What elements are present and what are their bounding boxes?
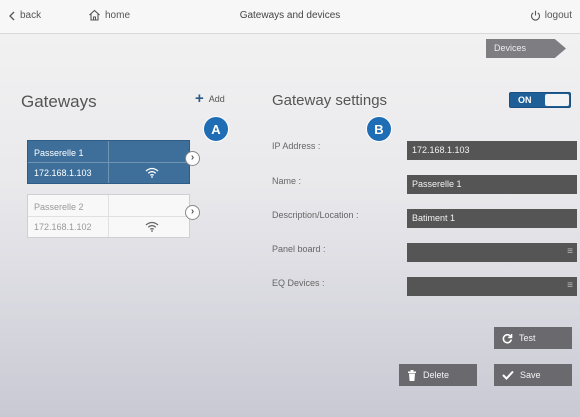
delete-label: Delete: [423, 370, 450, 380]
description-location-label: Description/Location :: [272, 210, 359, 220]
menu-icon: ≡: [567, 280, 573, 291]
gateway-ip: 172.168.1.103: [34, 168, 92, 178]
panel-board-select[interactable]: ≡: [407, 243, 577, 262]
wifi-icon: [145, 221, 159, 232]
devices-tab[interactable]: Devices: [486, 39, 566, 58]
panel-board-label: Panel board :: [272, 244, 326, 254]
card-divider: [108, 195, 109, 237]
top-bar: back home Gateways and devices logout: [0, 0, 580, 34]
test-label: Test: [519, 333, 536, 343]
logout-label: logout: [544, 10, 572, 21]
gateway-1-open-button[interactable]: ›: [185, 151, 200, 166]
add-gateway-button[interactable]: + Add: [195, 90, 225, 107]
plus-icon: +: [195, 90, 204, 107]
card-divider: [108, 141, 109, 183]
save-button[interactable]: Save: [494, 364, 572, 386]
gateway-name: Passerelle 2: [34, 202, 84, 212]
gateway-card-passerelle-1[interactable]: Passerelle 1 172.168.1.103: [27, 140, 190, 184]
logout-button[interactable]: logout: [530, 10, 572, 21]
annotation-marker-b: B: [366, 116, 392, 142]
name-label: Name :: [272, 176, 302, 186]
checkmark-icon: [502, 370, 514, 380]
ip-address-label: IP Address :: [272, 141, 321, 151]
gateway-settings-heading: Gateway settings: [272, 92, 388, 109]
gateway-name: Passerelle 1: [34, 148, 84, 158]
eq-devices-select[interactable]: ≡: [407, 277, 577, 296]
ip-address-field[interactable]: 172.168.1.103: [407, 141, 577, 160]
menu-icon: ≡: [567, 246, 573, 257]
eq-devices-label: EQ Devices :: [272, 278, 325, 288]
toggle-knob: [545, 94, 569, 106]
gateway-ip: 172.168.1.102: [34, 222, 92, 232]
power-icon: [530, 10, 541, 21]
save-label: Save: [520, 370, 541, 380]
add-label: Add: [208, 94, 225, 104]
trash-icon: [407, 369, 417, 381]
test-button[interactable]: Test: [494, 327, 572, 349]
toggle-label: ON: [518, 95, 532, 105]
gateways-heading: Gateways: [21, 92, 97, 111]
description-location-field[interactable]: Batiment 1: [407, 209, 577, 228]
gateway-card-passerelle-2[interactable]: Passerelle 2 172.168.1.102: [27, 194, 190, 238]
gateway-2-open-button[interactable]: ›: [185, 205, 200, 220]
page-title: Gateways and devices: [239, 10, 341, 21]
annotation-marker-a: A: [203, 116, 229, 142]
delete-button[interactable]: Delete: [399, 364, 477, 386]
gateway-enable-toggle[interactable]: ON: [509, 92, 571, 108]
wifi-icon: [145, 167, 159, 178]
name-field[interactable]: Passerelle 1: [407, 175, 577, 194]
refresh-icon: [502, 333, 513, 344]
